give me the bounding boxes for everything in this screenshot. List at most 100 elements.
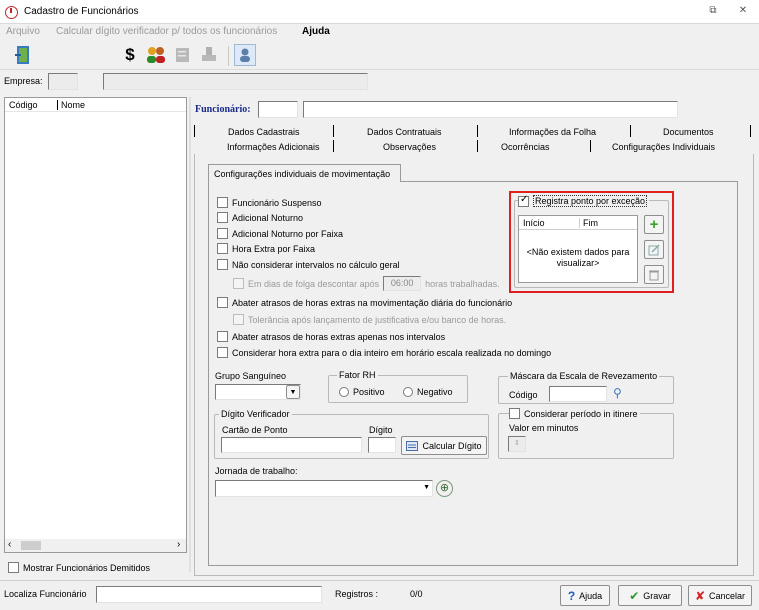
fator-rh-positivo[interactable]: Positivo bbox=[339, 387, 385, 397]
splitter[interactable] bbox=[189, 97, 191, 572]
menu-ajuda[interactable]: Ajuda bbox=[302, 26, 330, 37]
x-icon: ✘ bbox=[694, 588, 706, 603]
grupo-sanguineo-select[interactable]: ▼ bbox=[215, 384, 301, 400]
edit-excecao-button[interactable] bbox=[644, 240, 664, 259]
menu-calcular-digito[interactable]: Calcular dígito verificador p/ todos os … bbox=[56, 26, 277, 37]
close-icon[interactable]: ✕ bbox=[736, 5, 750, 17]
digito-field[interactable] bbox=[368, 437, 396, 453]
calcular-digito-button[interactable]: Calcular Dígito bbox=[401, 436, 487, 455]
noturno-faixa-checkbox[interactable] bbox=[217, 228, 228, 239]
opt-dia-inteiro[interactable]: Considerar hora extra para o dia inteiro… bbox=[217, 347, 551, 358]
folga-suffix: horas trabalhadas. bbox=[425, 278, 500, 289]
cancelar-button[interactable]: ✘ Cancelar bbox=[688, 585, 752, 606]
tolerancia-checkbox[interactable] bbox=[233, 314, 244, 325]
col-fim[interactable]: Fim bbox=[579, 218, 598, 228]
mascara-codigo-label: Código bbox=[509, 390, 538, 400]
abater-intervalos-checkbox[interactable] bbox=[217, 331, 228, 342]
localiza-field[interactable] bbox=[96, 586, 322, 603]
abater-atrasos-checkbox[interactable] bbox=[217, 297, 228, 308]
opt-dias-folga[interactable]: Em dias de folga descontar após 06:00 ho… bbox=[233, 276, 500, 291]
user-profile-icon[interactable] bbox=[234, 44, 256, 66]
window-title: Cadastro de Funcionários bbox=[24, 6, 139, 17]
intervalos-checkbox[interactable] bbox=[217, 259, 228, 270]
itinere-checkbox[interactable] bbox=[509, 408, 520, 419]
subtab-configuracoes-movimentacao[interactable]: Configurações individuais de movimentaçã… bbox=[208, 164, 401, 182]
excecao-checkbox[interactable]: ✓ bbox=[518, 194, 529, 207]
funcionario-name-field[interactable] bbox=[303, 101, 678, 118]
cartao-ponto-field[interactable] bbox=[221, 437, 362, 453]
noturno-label: Adicional Noturno bbox=[232, 212, 304, 223]
tab-ocorrencias[interactable]: Ocorrências bbox=[501, 142, 550, 152]
opt-tolerancia[interactable]: Tolerância após lançamento de justificat… bbox=[233, 314, 506, 325]
delete-excecao-button[interactable] bbox=[644, 265, 664, 284]
opt-noturno-faixa[interactable]: Adicional Noturno por Faixa bbox=[217, 228, 343, 239]
fator-rh-negativo[interactable]: Negativo bbox=[403, 387, 453, 397]
itinere-minutos-spinner[interactable]: ⇕ bbox=[508, 436, 526, 452]
search-icon[interactable]: ⚲ bbox=[613, 386, 622, 400]
chevron-down-icon[interactable]: ▼ bbox=[286, 385, 300, 399]
funcionario-code-field[interactable] bbox=[258, 101, 298, 118]
menu-arquivo[interactable]: Arquivo bbox=[6, 26, 40, 37]
folga-checkbox[interactable] bbox=[233, 278, 244, 289]
empresa-code-field[interactable] bbox=[48, 73, 78, 90]
excecao-grid[interactable]: Início Fim <Não existem dados para visua… bbox=[518, 215, 638, 283]
users-icon[interactable] bbox=[145, 44, 167, 66]
clock-search-icon[interactable]: ⊕ bbox=[436, 480, 453, 497]
col-inicio[interactable]: Início bbox=[523, 218, 545, 228]
excecao-grid-header: Início Fim bbox=[519, 216, 637, 230]
opt-intervalos[interactable]: Não considerar intervalos no cálculo ger… bbox=[217, 259, 400, 270]
tab-observacoes[interactable]: Observações bbox=[383, 142, 436, 152]
folga-hours-field[interactable]: 06:00 bbox=[383, 276, 422, 291]
intervalos-label: Não considerar intervalos no cálculo ger… bbox=[232, 259, 400, 270]
scroll-thumb[interactable] bbox=[21, 541, 41, 550]
opt-extra-faixa[interactable]: Hora Extra por Faixa bbox=[217, 243, 315, 254]
stamp-icon[interactable] bbox=[198, 44, 220, 66]
edit-document-icon[interactable] bbox=[172, 44, 194, 66]
funcionario-label: Funcionário: bbox=[195, 104, 251, 115]
dia-inteiro-checkbox[interactable] bbox=[217, 347, 228, 358]
grupo-sanguineo-label: Grupo Sanguíneo bbox=[215, 371, 287, 381]
add-excecao-button[interactable]: + bbox=[644, 215, 664, 234]
tab-informacoes-folha[interactable]: Informações da Folha bbox=[509, 127, 596, 137]
gravar-button[interactable]: ✔ Gravar bbox=[618, 585, 682, 606]
tab-configuracoes-individuais[interactable]: Configurações Individuais bbox=[612, 142, 715, 152]
col-nome[interactable]: Nome bbox=[57, 100, 85, 110]
dollar-icon[interactable]: $ bbox=[119, 44, 141, 66]
tab-dados-contratuais[interactable]: Dados Contratuais bbox=[367, 127, 442, 137]
mostrar-demitidos-checkbox[interactable] bbox=[8, 562, 19, 573]
negativo-radio[interactable] bbox=[403, 387, 413, 397]
scroll-right-icon[interactable]: › bbox=[177, 539, 180, 550]
scroll-left-icon[interactable]: ‹ bbox=[8, 539, 11, 550]
noturno-checkbox[interactable] bbox=[217, 212, 228, 223]
tab-dados-cadastrais[interactable]: Dados Cadastrais bbox=[228, 127, 300, 137]
chevron-down-icon[interactable]: ▼ bbox=[423, 484, 430, 491]
tab-documentos[interactable]: Documentos bbox=[663, 127, 714, 137]
exit-door-icon[interactable] bbox=[12, 44, 34, 66]
jornada-label: Jornada de trabalho: bbox=[215, 466, 298, 476]
empresa-name-field[interactable] bbox=[103, 73, 368, 90]
extra-faixa-checkbox[interactable] bbox=[217, 243, 228, 254]
list-hscrollbar[interactable]: ‹ › bbox=[5, 539, 186, 552]
noturno-faixa-label: Adicional Noturno por Faixa bbox=[232, 228, 344, 239]
tab-informacoes-adicionais[interactable]: Informações Adicionais bbox=[227, 142, 320, 152]
title-bar: Cadastro de Funcionários ⧉ ✕ bbox=[0, 0, 759, 24]
opt-abater-intervalos[interactable]: Abater atrasos de horas extras apenas no… bbox=[217, 331, 445, 342]
jornada-select[interactable]: ▼ bbox=[215, 480, 433, 497]
tab-strip: Dados Cadastrais Dados Contratuais Infor… bbox=[194, 124, 754, 156]
suspenso-label: Funcionário Suspenso bbox=[232, 197, 322, 208]
col-codigo[interactable]: Código bbox=[9, 100, 38, 110]
employee-list[interactable]: Código Nome bbox=[4, 97, 187, 553]
positivo-radio[interactable] bbox=[339, 387, 349, 397]
excecao-toggle[interactable]: ✓ Registra ponto por exceção bbox=[518, 194, 650, 207]
mostrar-demitidos[interactable]: Mostrar Funcionários Demitidos bbox=[8, 562, 150, 573]
restore-icon[interactable]: ⧉ bbox=[706, 5, 720, 17]
itinere-toggle[interactable]: Considerar período in itinere bbox=[509, 408, 640, 419]
ajuda-button[interactable]: ? Ajuda bbox=[560, 585, 610, 606]
opt-funcionario-suspenso[interactable]: Funcionário Suspenso bbox=[217, 197, 322, 208]
mascara-codigo-field[interactable] bbox=[549, 386, 607, 402]
fator-rh-label: Fator RH bbox=[337, 370, 378, 380]
opt-adicional-noturno[interactable]: Adicional Noturno bbox=[217, 212, 303, 223]
opt-abater-atrasos[interactable]: Abater atrasos de horas extras na movime… bbox=[217, 297, 512, 308]
suspenso-checkbox[interactable] bbox=[217, 197, 228, 208]
itinere-label: Considerar período in itinere bbox=[524, 408, 638, 419]
